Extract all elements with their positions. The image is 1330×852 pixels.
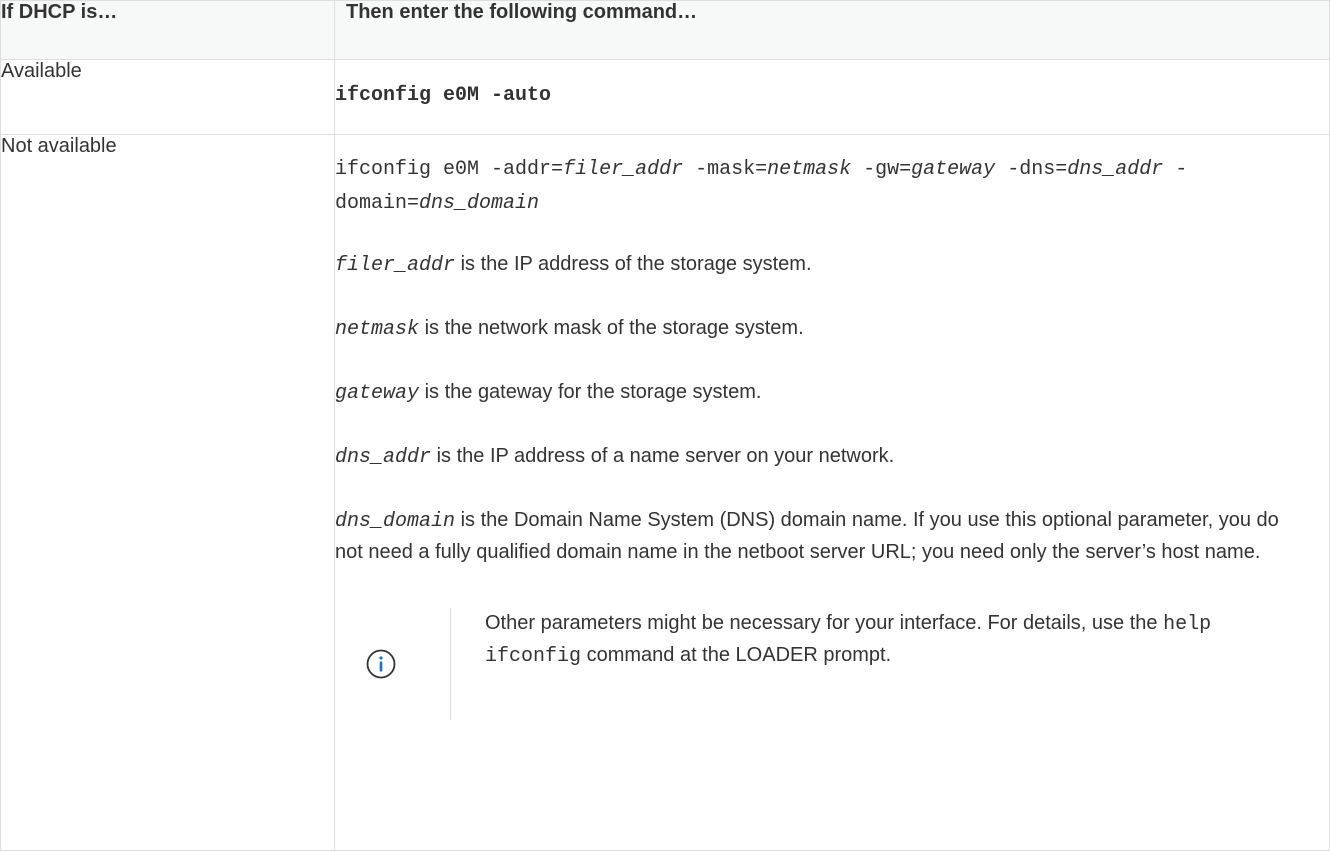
param-name: dns_domain bbox=[335, 510, 456, 534]
note-admonition: Other parameters might be necessary for … bbox=[335, 608, 1329, 721]
note-text-after: command at the LOADER prompt. bbox=[586, 644, 892, 667]
header-dhcp-status: If DHCP is… bbox=[0, 0, 335, 60]
param-dns-addr: dns_addr is the IP address of a name ser… bbox=[335, 441, 1310, 473]
cmd-dns-flag: -dns= bbox=[1007, 158, 1068, 182]
cmd-gw-var: gateway bbox=[911, 158, 996, 182]
param-desc: is the IP address of the storage system. bbox=[460, 253, 812, 276]
param-filer-addr: filer_addr is the IP address of the stor… bbox=[335, 249, 1310, 281]
param-name: netmask bbox=[335, 318, 420, 342]
param-desc: is the Domain Name System (DNS) domain n… bbox=[335, 509, 1279, 564]
command-cell-not-available: ifconfig e0M -addr=filer_addr -mask=netm… bbox=[334, 134, 1330, 851]
param-desc: is the gateway for the storage system. bbox=[424, 381, 762, 404]
cmd-mask-var: netmask bbox=[767, 158, 852, 182]
cmd-addr-var: filer_addr bbox=[563, 158, 684, 182]
table-row: Not available ifconfig e0M -addr=filer_a… bbox=[0, 134, 1330, 851]
command-auto: ifconfig e0M -auto bbox=[335, 84, 552, 107]
param-name: dns_addr bbox=[335, 446, 432, 470]
param-desc: is the IP address of a name server on yo… bbox=[436, 445, 895, 468]
param-desc: is the network mask of the storage syste… bbox=[424, 317, 804, 340]
param-gateway: gateway is the gateway for the storage s… bbox=[335, 377, 1310, 409]
cmd-mask-flag: -mask= bbox=[695, 158, 768, 182]
table-header-row: If DHCP is… Then enter the following com… bbox=[0, 0, 1330, 60]
cmd-base: ifconfig e0M bbox=[335, 158, 480, 182]
param-name: filer_addr bbox=[335, 254, 456, 278]
dhcp-command-table: If DHCP is… Then enter the following com… bbox=[0, 0, 1330, 851]
header-command: Then enter the following command… bbox=[334, 0, 1330, 60]
note-text-before: Other parameters might be necessary for … bbox=[485, 612, 1158, 635]
row-label-not-available: Not available bbox=[0, 134, 335, 851]
note-text: Other parameters might be necessary for … bbox=[485, 608, 1315, 672]
cmd-dns-var: dns_addr bbox=[1067, 158, 1164, 182]
command-manual: ifconfig e0M -addr=filer_addr -mask=netm… bbox=[335, 153, 1310, 221]
param-name: gateway bbox=[335, 382, 420, 406]
param-netmask: netmask is the network mask of the stora… bbox=[335, 313, 1310, 345]
cmd-gw-flag: -gw= bbox=[863, 158, 912, 182]
info-icon bbox=[366, 649, 396, 679]
table-row: Available ifconfig e0M -auto bbox=[0, 58, 1330, 136]
command-cell-available: ifconfig e0M -auto bbox=[334, 58, 1330, 136]
row-label-available: Available bbox=[0, 58, 335, 136]
cmd-addr-flag: -addr= bbox=[491, 158, 564, 182]
note-divider bbox=[450, 608, 451, 721]
param-dns-domain: dns_domain is the Domain Name System (DN… bbox=[335, 505, 1310, 568]
cmd-domain-var: dns_domain bbox=[419, 192, 540, 216]
